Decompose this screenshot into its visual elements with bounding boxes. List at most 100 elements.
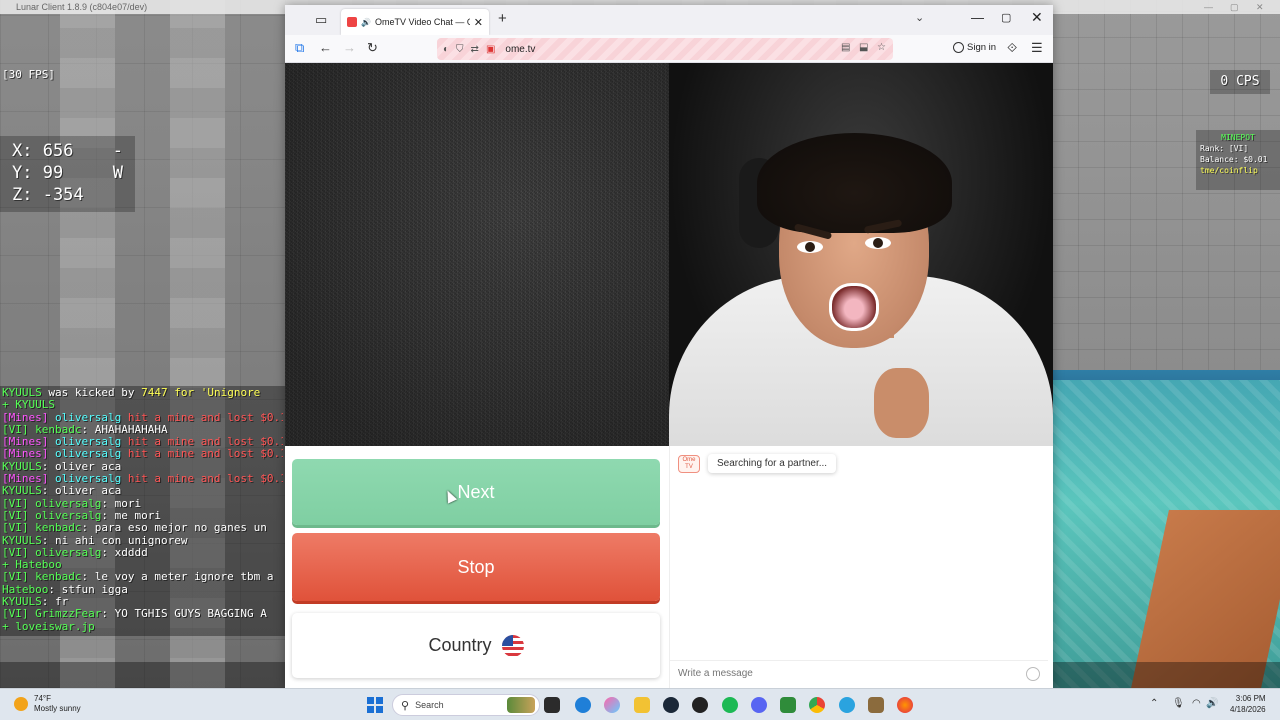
game-window-title: Lunar Client 1.8.9 (c804e07/dev) <box>16 2 148 12</box>
shield-icon[interactable]: ⛉ <box>456 44 464 55</box>
spotify-icon[interactable] <box>722 697 738 713</box>
copilot-icon[interactable] <box>604 697 620 713</box>
game-close-icon[interactable]: ✕ <box>1256 0 1264 14</box>
forward-arrow-icon[interactable]: → <box>343 40 356 55</box>
partner-video-static <box>285 63 669 446</box>
chat-prefix: + <box>2 620 9 633</box>
country-button[interactable]: Country <box>292 613 660 678</box>
tab-ometv[interactable]: 🔊 OmeTV Video Chat — Ome ✕ <box>341 9 489 35</box>
next-button[interactable]: Next <box>292 459 660 525</box>
game-maximize-icon[interactable]: ▢ <box>1230 0 1239 14</box>
game-chat: KYUULS was kicked by 7447 for 'Unignore +… <box>0 386 285 636</box>
chat-text: : mori <box>101 497 142 510</box>
us-flag-icon <box>501 634 524 657</box>
back-arrow-icon[interactable]: ← <box>319 40 332 55</box>
account-icon <box>953 42 964 53</box>
chat-name: kenbadc <box>35 571 82 584</box>
app-icon[interactable] <box>692 697 708 713</box>
fps-counter: [30 FPS] <box>2 68 55 81</box>
message-input[interactable] <box>678 668 1026 679</box>
wifi-icon[interactable]: ◠ <box>1192 698 1201 709</box>
tab-close-icon[interactable]: ✕ <box>474 16 483 29</box>
emoji-icon[interactable] <box>1026 666 1040 681</box>
telegram-icon[interactable] <box>839 697 855 713</box>
sidebar-toggle-icon[interactable]: ⧉ <box>295 40 304 56</box>
chat-line: [VI] oliversalg: xdddd <box>2 547 283 559</box>
url-bar[interactable]: ◐ ⛉ ⇄ ▣ ome.tv ▤ ⬓ ☆ <box>437 38 893 60</box>
permissions-icon[interactable]: ⇄ <box>471 44 479 55</box>
minecraft-launcher-icon[interactable] <box>780 697 796 713</box>
chat-line: [VI] kenbadc: AHAHAHAHAHA <box>2 424 283 436</box>
chat-name: KYUULS <box>2 460 42 473</box>
scoreboard-balance: Balance: $0.01 <box>1200 155 1268 164</box>
maximize-icon[interactable]: ▢ <box>1001 11 1011 24</box>
chat-line: KYUULS: oliver aca <box>2 461 283 473</box>
chat-line: + loveiswar.jp <box>2 621 283 633</box>
chat-line: + KYUULS <box>2 399 283 411</box>
camera-sharing-icon[interactable]: ▣ <box>486 44 495 55</box>
discord-icon[interactable] <box>751 697 767 713</box>
chat-line: KYUULS was kicked by 7447 for 'Unignore <box>2 387 283 399</box>
scoreboard-rank: Rank: [VI] <box>1200 144 1249 153</box>
chat-prefix: + <box>2 399 9 412</box>
ometv-page: Next Stop Country Ome TV Searching for a… <box>285 63 1053 688</box>
chat-name: oliversalg <box>54 448 122 461</box>
chat-text: : oliver aca <box>41 460 122 473</box>
chat-text: was kicked by <box>41 387 142 399</box>
signin-button[interactable]: Sign in <box>953 42 996 53</box>
text-chat-panel: Ome TV Searching for a partner... <box>669 446 1053 688</box>
chat-prefix: [Mines] <box>2 411 49 424</box>
chat-text: : le voy a meter ignore tbm a <box>81 571 274 584</box>
minecraft-icon[interactable] <box>868 697 884 713</box>
chat-line: [Mines] oliversalg hit a mine and lost $… <box>2 448 283 460</box>
coord-z: Z: -354 <box>12 185 84 205</box>
tab-list-icon[interactable]: ▭ <box>315 12 327 28</box>
chrome-icon[interactable] <box>809 697 825 713</box>
chat-text: : YO TGHIS GUYS BAGGING A <box>101 608 267 621</box>
coord-x-dir: - <box>112 141 123 161</box>
screen-share-icon[interactable]: ▤ <box>841 42 850 53</box>
chat-text: : AHAHAHAHAHA <box>81 423 168 436</box>
reload-icon[interactable]: ↻ <box>367 40 378 56</box>
speaker-icon[interactable]: 🔊 <box>361 18 371 27</box>
chat-prefix: [VI] <box>2 546 29 559</box>
chat-name: oliversalg <box>54 411 122 424</box>
new-tab-icon[interactable]: + <box>498 10 507 27</box>
microphone-icon[interactable]: 🎙 <box>1172 698 1185 709</box>
file-explorer-icon[interactable] <box>634 697 650 713</box>
chat-name: KYUULS <box>2 534 42 547</box>
close-icon[interactable]: ✕ <box>1031 9 1043 26</box>
chat-prefix: [Mines] <box>2 436 49 449</box>
url-text[interactable]: ome.tv <box>505 44 535 55</box>
chat-text: : para eso mejor no ganes un <box>81 522 267 535</box>
task-view-icon[interactable] <box>544 697 560 713</box>
weather-widget[interactable]: 74°F Mostly sunny <box>14 694 81 714</box>
windows-start-icon[interactable] <box>367 697 383 713</box>
taskbar-search-label: Search <box>415 700 444 710</box>
bookmark-star-icon[interactable]: ☆ <box>877 42 886 53</box>
chat-text: : xdddd <box>101 546 148 559</box>
chat-text: : ni ahi con unignorew <box>41 534 188 547</box>
chevron-up-icon[interactable]: ⌃ <box>1150 698 1158 709</box>
game-minimize-icon[interactable]: — <box>1204 0 1213 14</box>
minimize-icon[interactable]: — <box>971 10 984 25</box>
chat-text: hit a mine and lost $0.1 <box>121 436 283 449</box>
firefox-icon[interactable] <box>897 697 913 713</box>
chat-prefix: + <box>2 559 9 572</box>
chat-name: oliversalg <box>54 473 122 486</box>
chat-line: + Hateboo <box>2 559 283 571</box>
chevron-down-icon[interactable]: ⌄ <box>915 11 924 24</box>
system-clock[interactable]: 3:06 PM 4/18/2026 <box>1230 693 1266 715</box>
steam-icon[interactable] <box>663 697 679 713</box>
chat-name: KYUULS <box>2 485 42 498</box>
stop-button[interactable]: Stop <box>292 533 660 601</box>
edge-browser-icon[interactable] <box>575 697 591 713</box>
pocket-icon[interactable]: ⬓ <box>859 42 868 53</box>
coord-x: X: 656 <box>12 141 74 161</box>
menu-hamburger-icon[interactable]: ☰ <box>1031 40 1043 56</box>
chat-name: oliversalg <box>35 509 102 522</box>
chat-line: [VI] oliversalg: me mori <box>2 510 283 522</box>
extensions-icon[interactable]: ⟐ <box>1007 40 1017 56</box>
volume-icon[interactable]: 🔊 <box>1206 698 1218 709</box>
ometv-favicon-icon <box>347 17 357 27</box>
